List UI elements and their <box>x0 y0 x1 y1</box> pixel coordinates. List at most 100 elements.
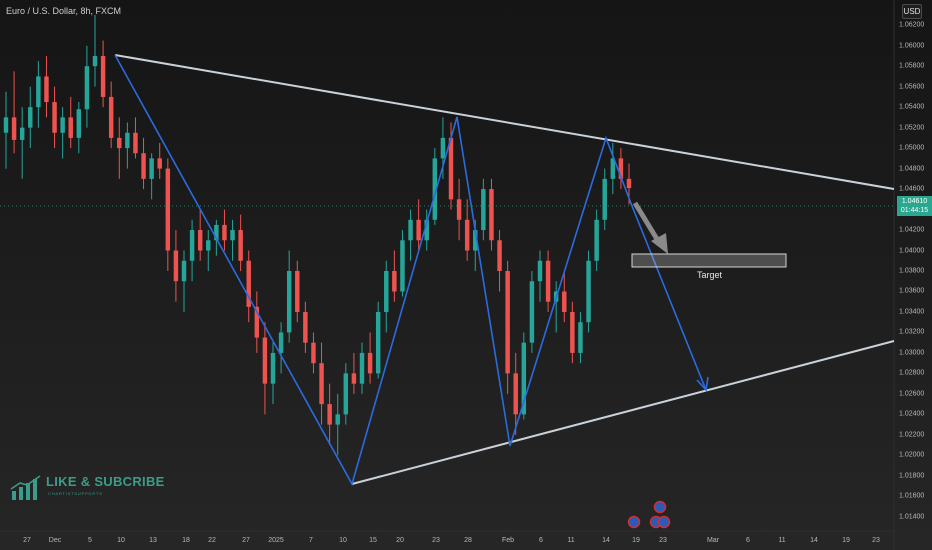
price-axis-tick: 1.03000 <box>899 349 925 357</box>
candle-body <box>68 117 73 138</box>
candle-body <box>149 158 154 179</box>
time-axis-tick: 11 <box>778 537 786 544</box>
candle-body <box>100 55 106 97</box>
chart-window: Euro / U.S. Dollar, 8h, FXCM USD 1.06200… <box>0 0 932 550</box>
candle-body <box>505 271 510 374</box>
eu-flag-icon[interactable] <box>627 515 641 529</box>
time-axis-tick: 23 <box>432 537 440 544</box>
brand-logo-icon <box>10 475 41 500</box>
brand-title: LIKE & SUBCRIBE <box>46 474 165 489</box>
price-axis-tick: 1.03400 <box>899 308 925 316</box>
price-axis-tick: 1.01600 <box>899 492 925 500</box>
time-axis-tick: 13 <box>149 537 157 544</box>
time-axis-tick: 28 <box>464 537 472 544</box>
candle-body <box>456 199 462 220</box>
candle-body <box>408 219 413 241</box>
candle-body <box>44 76 49 103</box>
price-axis-tick: 1.04600 <box>899 185 925 193</box>
candle-body <box>319 363 324 405</box>
price-axis-tick: 1.04800 <box>899 165 925 173</box>
candle-body <box>270 352 276 384</box>
candle-body <box>359 352 365 384</box>
time-axis-tick: 19 <box>632 537 640 544</box>
price-axis-tick: 1.04200 <box>899 226 925 234</box>
time-axis-tick: 27 <box>23 537 31 544</box>
projection-line[interactable] <box>631 205 707 391</box>
price-axis-tick: 1.02800 <box>899 369 925 377</box>
time-axis-tick: Feb <box>501 537 515 544</box>
candle-body <box>60 117 65 133</box>
candle-body <box>28 107 33 128</box>
candle-body <box>537 260 543 282</box>
candle-body <box>230 230 235 241</box>
candle-body <box>52 102 57 133</box>
brand-subtitle: CHARTISTSUPPORTS <box>48 491 103 496</box>
candle-body <box>335 414 340 425</box>
time-axis-tick: Dec <box>48 537 62 544</box>
candle-body <box>594 219 599 261</box>
candle-body <box>448 137 454 200</box>
candle-body <box>181 260 187 282</box>
time-axis-tick: 22 <box>208 537 216 544</box>
candle-body <box>11 117 17 140</box>
candle-body <box>400 240 405 292</box>
target-zone[interactable] <box>631 253 787 268</box>
candle-body <box>626 178 632 189</box>
time-axis-tick: 5 <box>88 537 92 544</box>
candle-body <box>36 76 41 108</box>
candle-body <box>303 311 308 343</box>
symbol-title[interactable]: Euro / U.S. Dollar, 8h, FXCM <box>6 6 121 16</box>
currency-button[interactable]: USD <box>902 4 922 19</box>
candle-body <box>367 352 373 374</box>
candle-body <box>311 342 316 364</box>
candle-body <box>92 55 98 67</box>
time-axis-tick: 23 <box>659 537 667 544</box>
candlestick-series <box>3 15 632 456</box>
price-axis-tick: 1.05200 <box>899 124 925 132</box>
price-axis-tick: 1.05800 <box>899 62 925 70</box>
time-axis-tick: 14 <box>810 537 818 544</box>
price-axis-tick: 1.03800 <box>899 267 925 275</box>
candle-body <box>197 230 203 251</box>
price-axis-tick: 1.02000 <box>899 451 925 459</box>
candle-body <box>578 322 583 353</box>
candle-body <box>76 109 82 138</box>
target-label: Target <box>697 270 723 280</box>
candle-body <box>189 230 195 261</box>
price-axis-tick: 1.03600 <box>899 287 925 295</box>
eu-flag-icon[interactable] <box>653 500 667 514</box>
candle-body <box>165 168 171 251</box>
candle-body <box>513 373 518 415</box>
economic-events[interactable] <box>627 500 671 529</box>
time-axis-tick: 14 <box>602 537 610 544</box>
candle-body <box>416 219 421 241</box>
candle-body <box>497 240 502 271</box>
bar-countdown: 01:44:15 <box>900 207 929 214</box>
upper-trendline[interactable] <box>114 54 895 190</box>
candle-body <box>295 271 300 312</box>
candle-body <box>3 117 9 133</box>
us-flag-icon[interactable] <box>657 515 671 529</box>
candle-body <box>108 96 114 138</box>
candle-body <box>464 219 470 251</box>
price-axis-tick: 1.05600 <box>899 83 925 91</box>
time-axis-tick: 10 <box>339 537 347 544</box>
candle-body <box>384 271 389 312</box>
price-axis-tick: 1.05400 <box>899 103 925 111</box>
time-axis-tick: 2025 <box>268 537 284 544</box>
price-axis-tick: 1.02600 <box>899 390 925 398</box>
price-axis-tick: 1.04000 <box>899 247 925 255</box>
time-axis-tick: Mar <box>706 537 720 544</box>
candle-body <box>278 332 284 353</box>
candle-body <box>19 127 25 140</box>
current-price: 1.04610 <box>901 198 928 205</box>
lower-trendline[interactable] <box>351 340 895 485</box>
candle-body <box>125 132 130 149</box>
price-chart[interactable] <box>0 0 932 550</box>
candle-body <box>602 178 607 220</box>
candle-body <box>545 260 551 302</box>
price-axis-tick: 1.01800 <box>899 472 925 480</box>
candle-body <box>117 137 122 149</box>
candle-body <box>133 132 138 154</box>
candle-body <box>327 404 332 425</box>
